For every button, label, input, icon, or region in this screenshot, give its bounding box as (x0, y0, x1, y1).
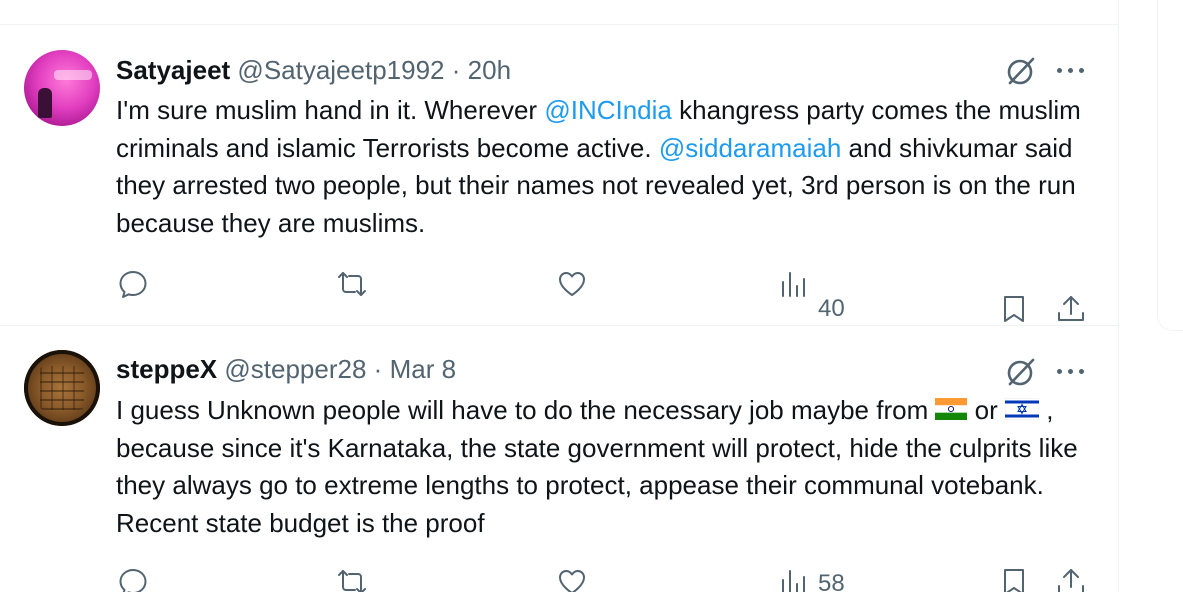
retweet-icon (338, 272, 366, 296)
share-button[interactable] (1055, 293, 1089, 327)
views-count: 58 (818, 570, 845, 592)
reply-icon (119, 271, 147, 298)
retweet-button[interactable] (336, 268, 370, 302)
grok-button[interactable] (1002, 53, 1038, 89)
avatar[interactable] (24, 350, 100, 426)
india-flag-emoji (935, 398, 968, 421)
sidebar-panel (1157, 0, 1183, 331)
mention-link[interactable]: @siddaramaiah (659, 133, 841, 163)
like-icon (559, 570, 585, 592)
avatar-detail (54, 70, 92, 80)
israel-flag-emoji (1005, 398, 1040, 421)
views-icon (782, 272, 805, 297)
tweet-text: I'm sure muslim hand in it. Wherever @IN… (116, 92, 1101, 242)
more-icon (1057, 369, 1062, 374)
avatar-detail (40, 366, 84, 410)
views-count: 40 (818, 295, 845, 322)
like-icon (559, 272, 585, 296)
more-button[interactable] (1054, 55, 1088, 85)
tweet-text-part: I'm sure muslim hand in it. Wherever (116, 95, 545, 125)
timestamp[interactable]: Mar 8 (390, 354, 456, 384)
timeline: Satyajeet @Satyajeetp1992 · 20h I'm sure… (0, 0, 1119, 592)
more-icon (1057, 68, 1062, 73)
avatar-detail (38, 88, 52, 118)
tweet-text-part: I guess Unknown people will have to do t… (116, 395, 936, 425)
share-icon (1058, 296, 1084, 321)
bookmark-button[interactable] (998, 293, 1032, 327)
display-name[interactable]: steppeX (116, 354, 217, 384)
tweet-header: Satyajeet @Satyajeetp1992 · 20h (116, 55, 511, 85)
user-handle[interactable]: @Satyajeetp1992 (237, 55, 444, 85)
grok-icon (1007, 57, 1035, 85)
bookmark-button[interactable] (998, 566, 1032, 592)
more-icon (1068, 369, 1073, 374)
views-icon (782, 570, 805, 592)
reply-icon (119, 569, 147, 592)
user-handle[interactable]: @stepper28 (224, 354, 366, 384)
grok-icon (1007, 358, 1035, 386)
reply-button[interactable] (117, 268, 151, 302)
bookmark-icon (1004, 569, 1024, 592)
share-button[interactable] (1055, 566, 1089, 592)
tweet[interactable]: steppeX @stepper28 · Mar 8 I guess Unkno… (0, 326, 1118, 592)
views-button[interactable] (778, 566, 812, 592)
display-name[interactable]: Satyajeet (116, 55, 230, 85)
separator: · (451, 55, 461, 85)
tweet-text: I guess Unknown people will have to do t… (116, 392, 1101, 542)
separator: · (373, 354, 383, 384)
more-icon (1079, 68, 1084, 73)
retweet-icon (338, 570, 366, 592)
retweet-button[interactable] (336, 566, 370, 592)
bookmark-icon (1004, 296, 1024, 322)
more-icon (1079, 369, 1084, 374)
tweet-header: steppeX @stepper28 · Mar 8 (116, 354, 456, 384)
timestamp[interactable]: 20h (468, 55, 511, 85)
like-button[interactable] (556, 566, 590, 592)
more-button[interactable] (1054, 356, 1088, 386)
reply-button[interactable] (117, 566, 151, 592)
avatar[interactable] (24, 50, 100, 126)
mention-link[interactable]: @INCIndia (544, 95, 672, 125)
like-button[interactable] (556, 268, 590, 302)
more-icon (1068, 68, 1073, 73)
views-button[interactable] (778, 268, 812, 302)
tweet-text-part: or (967, 395, 1006, 425)
tweet[interactable]: Satyajeet @Satyajeetp1992 · 20h I'm sure… (0, 25, 1118, 326)
share-icon (1058, 569, 1084, 592)
grok-button[interactable] (1002, 354, 1038, 390)
